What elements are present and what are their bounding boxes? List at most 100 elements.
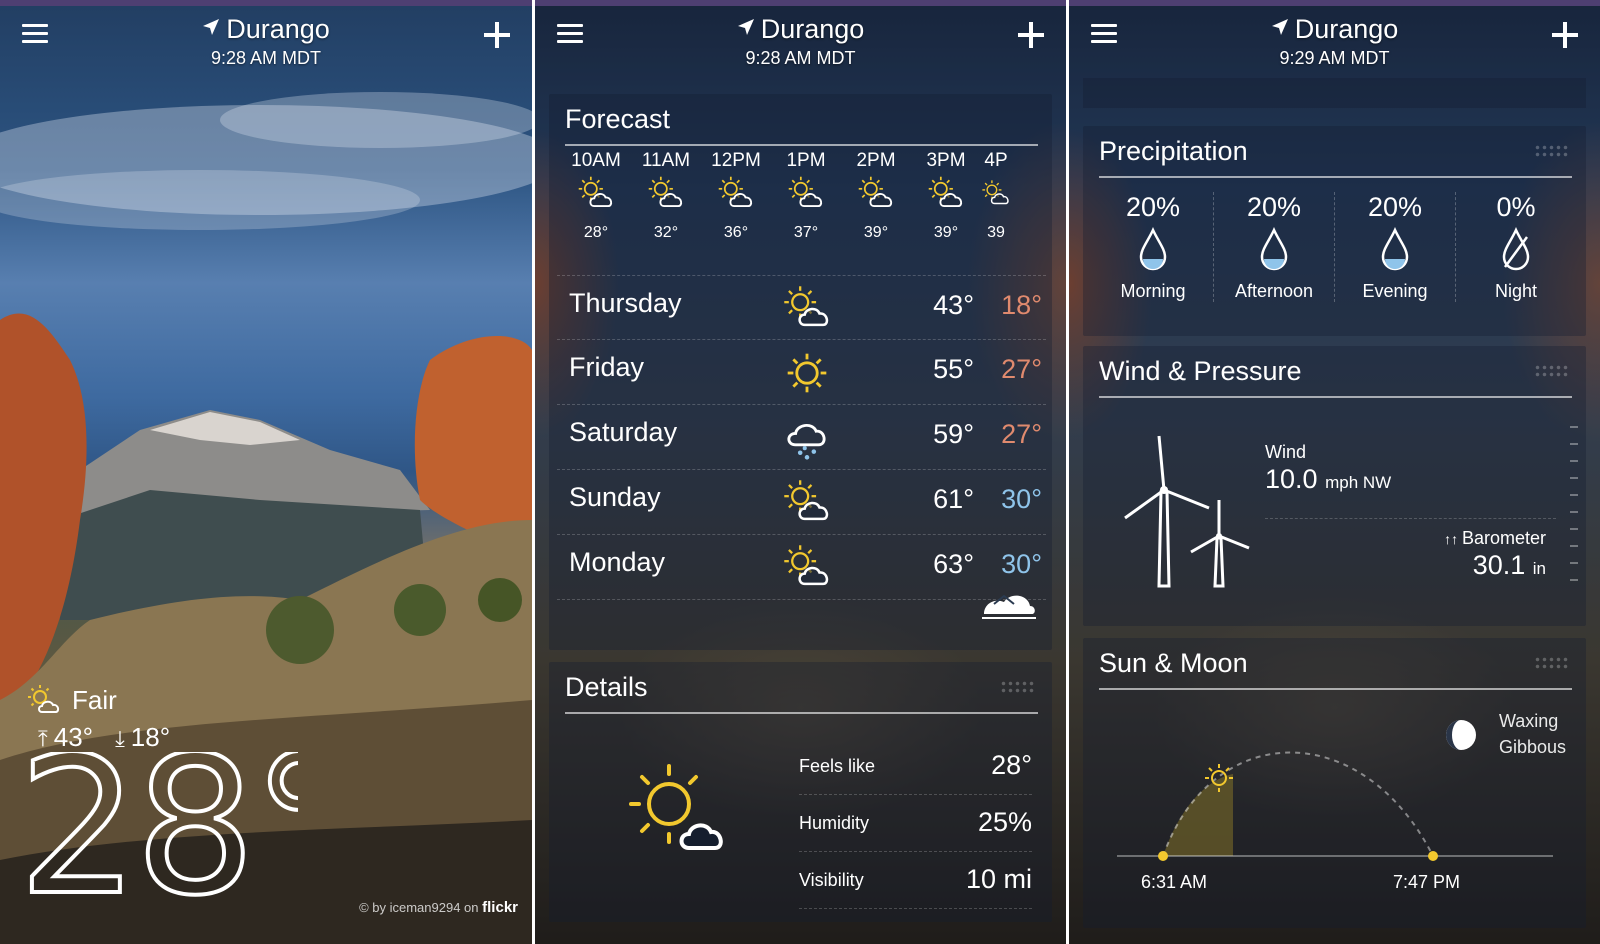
hourly-item: 3PM 39° bbox=[911, 150, 981, 242]
details-label: Visibility bbox=[799, 870, 864, 890]
header: Durango 9:28 AM MDT bbox=[0, 0, 532, 80]
barometer-label: ↑↑ Barometer bbox=[1444, 528, 1546, 548]
svg-text:28°: 28° bbox=[18, 752, 298, 902]
hour-label: 1PM bbox=[786, 150, 826, 171]
day-low: 30° bbox=[1001, 549, 1042, 579]
wind-pressure-title: Wind & Pressure bbox=[1099, 356, 1302, 386]
hour-temp: 37° bbox=[793, 224, 819, 241]
low-temp: 18° bbox=[130, 722, 171, 752]
precipitation-percent: 20% bbox=[1246, 192, 1302, 222]
daily-row[interactable]: Saturday 59° 27° bbox=[557, 405, 1046, 470]
details-card: Details Feels like 28° Humidity 25% Visibi… bbox=[549, 662, 1052, 922]
details-list: Feels like 28° Humidity 25% Visibility 10 … bbox=[799, 738, 1032, 909]
sunset-time: 7:47 PM bbox=[1393, 872, 1461, 892]
precipitation-period-label: Night bbox=[1494, 281, 1538, 301]
high-temp: 43° bbox=[53, 722, 94, 752]
day-name: Saturday bbox=[569, 417, 678, 447]
partly-cloudy-icon bbox=[784, 286, 829, 327]
current-conditions-screen: Durango 9:28 AM MDT Fair ⤒43° ⤓18° 28° ©… bbox=[0, 0, 532, 944]
hour-label: 4P bbox=[984, 150, 1008, 171]
day-high: 63° bbox=[933, 549, 974, 579]
conditions-detail-screen: Durango 9:29 AM MDT Precipitation 20% Mo… bbox=[1069, 0, 1600, 944]
hour-label: 11AM bbox=[641, 150, 691, 171]
drag-handle-icon[interactable] bbox=[1534, 364, 1568, 378]
details-row: Feels like 28° bbox=[799, 738, 1032, 795]
daily-row[interactable]: Thursday 43° 18° bbox=[557, 275, 1046, 340]
details-label: Humidity bbox=[799, 813, 870, 833]
header: Durango 9:29 AM MDT bbox=[1069, 0, 1600, 80]
add-location-icon[interactable] bbox=[1552, 22, 1578, 48]
day-low: 27° bbox=[1001, 354, 1042, 384]
location-title[interactable]: Durango bbox=[535, 14, 1066, 45]
precipitation-period: 0% Night bbox=[1455, 192, 1576, 302]
partly-sunny-icon bbox=[788, 176, 823, 208]
hour-label: 3PM bbox=[926, 150, 966, 171]
hour-temp: 39° bbox=[933, 224, 959, 241]
day-high: 59° bbox=[933, 419, 974, 449]
day-name: Thursday bbox=[569, 288, 682, 318]
wind-turbine-icon bbox=[1124, 435, 1250, 588]
high-low: ⤒ 43° ⤓ 18° bbox=[38, 722, 170, 753]
partly-sunny-large-icon bbox=[629, 764, 723, 850]
wind-value: 10.0 mph NW bbox=[1265, 464, 1392, 494]
current-temperature: 28° bbox=[18, 752, 298, 902]
add-location-icon[interactable] bbox=[484, 22, 510, 48]
local-time: 9:28 AM MDT bbox=[745, 48, 856, 68]
details-row: Visibility 10 mi bbox=[799, 852, 1032, 909]
sun-moon-card: Sun & Moon Waxing Gibbous 6:31 AM 7:47 P… bbox=[1083, 638, 1586, 928]
location-title[interactable]: Durango bbox=[1069, 14, 1600, 45]
hour-label: 12PM bbox=[711, 150, 761, 171]
hourly-forecast[interactable]: 10AM 28° 11AM 32° 12PM 36° 1PM 37° 2PM 39° 3P… bbox=[561, 150, 1011, 242]
barometer-unit: in bbox=[1532, 559, 1546, 578]
rain-drop-icon bbox=[1139, 227, 1167, 271]
day-name: Monday bbox=[569, 547, 666, 577]
drag-handle-icon[interactable] bbox=[1534, 656, 1568, 670]
details-value: 25% bbox=[977, 807, 1032, 837]
precipitation-card: Precipitation 20% Morning 20% Afternoon 20… bbox=[1083, 126, 1586, 336]
hour-temp: 39° bbox=[863, 224, 889, 241]
precipitation-period-label: Afternoon bbox=[1234, 281, 1314, 301]
partly-sunny-icon bbox=[784, 480, 829, 521]
wind-label: Wind bbox=[1265, 442, 1307, 462]
hour-label: 2PM bbox=[856, 150, 896, 171]
precipitation-periods: 20% Morning 20% Afternoon 20% Evening 0% Ni… bbox=[1093, 192, 1576, 302]
photo-credit[interactable]: © by iceman9294 on flickr bbox=[359, 899, 518, 916]
details-value: 10 mi bbox=[965, 864, 1032, 894]
barometer-value: 30.1 in bbox=[1472, 550, 1546, 580]
rain-drop-icon bbox=[1260, 227, 1288, 271]
pressure-scale bbox=[1570, 426, 1578, 596]
daily-row[interactable]: Sunday 61° 30° bbox=[557, 470, 1046, 535]
condition-text: Fair bbox=[72, 684, 117, 715]
drag-handle-icon[interactable] bbox=[1534, 144, 1568, 158]
hour-label: 10AM bbox=[571, 150, 621, 171]
hourly-item: 4P 39 bbox=[981, 150, 1011, 242]
local-time: 9:28 AM MDT bbox=[210, 48, 322, 68]
partly-sunny-icon bbox=[982, 180, 1009, 205]
day-low: 18° bbox=[1001, 290, 1042, 320]
city-name: Durango bbox=[226, 14, 330, 44]
daily-row[interactable]: Friday 55° 27° bbox=[557, 340, 1046, 405]
wind-unit: mph NW bbox=[1325, 473, 1392, 492]
precipitation-period-label: Evening bbox=[1362, 281, 1428, 301]
hour-temp: 39 bbox=[987, 224, 1005, 241]
header: Durango 9:28 AM MDT bbox=[535, 0, 1066, 80]
forecast-screen: Durango 9:28 AM MDT Forecast 10AM 28° 11A… bbox=[535, 0, 1066, 944]
location-title[interactable]: Durango bbox=[0, 14, 532, 45]
day-high: 43° bbox=[933, 290, 974, 320]
precipitation-title: Precipitation bbox=[1099, 136, 1248, 166]
add-location-icon[interactable] bbox=[1018, 22, 1044, 48]
no-rain-drop-icon bbox=[1502, 227, 1530, 271]
city-name: Durango bbox=[760, 14, 865, 44]
hourly-item: 1PM 37° bbox=[771, 150, 841, 242]
partly-sunny-icon bbox=[928, 176, 963, 208]
rain-cloud-icon bbox=[787, 424, 826, 460]
hourly-item: 12PM 36° bbox=[701, 150, 771, 242]
forecast-title: Forecast bbox=[565, 104, 671, 134]
daily-row[interactable]: Monday 63° 30° bbox=[557, 535, 1046, 600]
drag-handle-icon[interactable] bbox=[1000, 680, 1034, 694]
precipitation-percent: 20% bbox=[1367, 192, 1423, 222]
day-low: 30° bbox=[1001, 484, 1042, 514]
weather-underground-logo-icon[interactable] bbox=[980, 590, 1038, 624]
sun-path-arc bbox=[1117, 751, 1553, 861]
local-time: 9:29 AM MDT bbox=[1279, 48, 1390, 68]
